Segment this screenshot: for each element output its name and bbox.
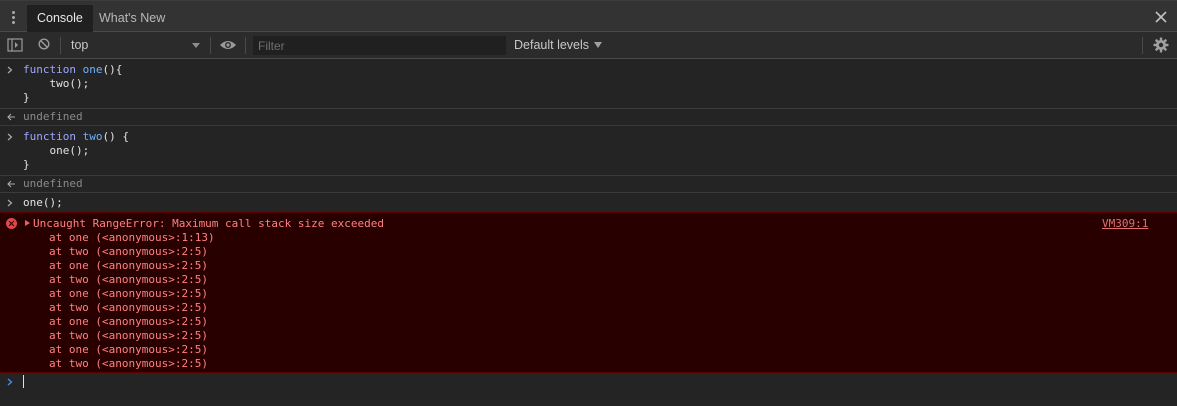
code-line: function two() { xyxy=(23,130,129,144)
context-selector-value: top xyxy=(71,38,89,52)
code-line: one(); xyxy=(23,144,90,157)
chevron-right-icon xyxy=(7,133,13,141)
stack-frame: at one (<anonymous>:2:5) xyxy=(49,259,208,272)
code-text: () { xyxy=(102,130,129,143)
toolbar-divider xyxy=(60,37,61,54)
drawer-tab-bar: Console What's New xyxy=(0,0,1177,32)
code-function-name: one xyxy=(82,63,103,76)
tab-console[interactable]: Console xyxy=(27,5,93,32)
tab-whats-new[interactable]: What's New xyxy=(89,5,175,32)
log-levels-dropdown[interactable]: Default levels xyxy=(514,34,603,56)
stack-frame: at one (<anonymous>:2:5) xyxy=(49,343,208,356)
console-result-message: undefined xyxy=(0,176,1177,193)
code-function-name: two xyxy=(82,130,103,143)
code-keyword: function xyxy=(23,130,76,143)
console-prompt[interactable] xyxy=(0,373,1177,391)
expand-triangle-icon[interactable] xyxy=(25,220,30,226)
toolbar-divider xyxy=(1142,37,1143,54)
return-arrow-icon xyxy=(7,113,15,121)
stack-frame: at one (<anonymous>:2:5) xyxy=(49,287,208,300)
more-options-icon[interactable] xyxy=(12,11,16,25)
error-stack-trace: at one (<anonymous>:1:13) at two (<anony… xyxy=(49,231,215,371)
result-value: undefined xyxy=(23,110,83,123)
console-error-message: Uncaught RangeError: Maximum call stack … xyxy=(0,212,1177,373)
clear-console-icon[interactable] xyxy=(36,37,52,51)
sidebar-toggle-icon[interactable] xyxy=(7,38,23,52)
result-value: undefined xyxy=(23,177,83,190)
console-result-message: undefined xyxy=(0,109,1177,126)
stack-frame: at one (<anonymous>:1:13) xyxy=(49,231,215,244)
stack-frame: at two (<anonymous>:2:5) xyxy=(49,329,208,342)
code-line: one(); xyxy=(23,196,63,209)
close-icon[interactable] xyxy=(1154,10,1168,24)
text-cursor xyxy=(23,375,24,388)
console-messages: function one(){ two(); } undefined funct… xyxy=(0,59,1177,406)
chevron-down-icon xyxy=(594,42,603,48)
stack-frame: at one (<anonymous>:2:5) xyxy=(49,315,208,328)
chevron-down-icon xyxy=(192,43,200,48)
error-source-link[interactable]: VM309:1 xyxy=(1102,217,1148,230)
console-toolbar: top Default levels xyxy=(0,32,1177,59)
prompt-chevron-icon xyxy=(7,378,13,386)
toolbar-divider xyxy=(210,37,211,54)
stack-frame: at two (<anonymous>:2:5) xyxy=(49,357,208,370)
console-input-message: one(); xyxy=(0,193,1177,212)
error-icon xyxy=(6,218,17,229)
console-input-message: function two() { one(); } xyxy=(0,126,1177,176)
toolbar-divider xyxy=(245,37,246,54)
code-line: two(); xyxy=(23,77,90,90)
code-line: } xyxy=(23,91,30,104)
code-line: } xyxy=(23,158,30,171)
code-keyword: function xyxy=(23,63,76,76)
return-arrow-icon xyxy=(7,180,15,188)
stack-frame: at two (<anonymous>:2:5) xyxy=(49,245,208,258)
code-line: function one(){ xyxy=(23,63,122,77)
chevron-right-icon xyxy=(7,199,13,207)
error-message: Uncaught RangeError: Maximum call stack … xyxy=(33,217,384,230)
live-expression-eye-icon[interactable] xyxy=(219,39,237,51)
log-levels-label: Default levels xyxy=(514,38,590,52)
stack-frame: at two (<anonymous>:2:5) xyxy=(49,301,208,314)
chevron-right-icon xyxy=(7,66,13,74)
console-input-message: function one(){ two(); } xyxy=(0,59,1177,109)
gear-icon[interactable] xyxy=(1153,37,1169,53)
code-text: (){ xyxy=(102,63,123,76)
context-selector[interactable]: top xyxy=(66,34,206,56)
stack-frame: at two (<anonymous>:2:5) xyxy=(49,273,208,286)
filter-input[interactable] xyxy=(253,36,506,55)
